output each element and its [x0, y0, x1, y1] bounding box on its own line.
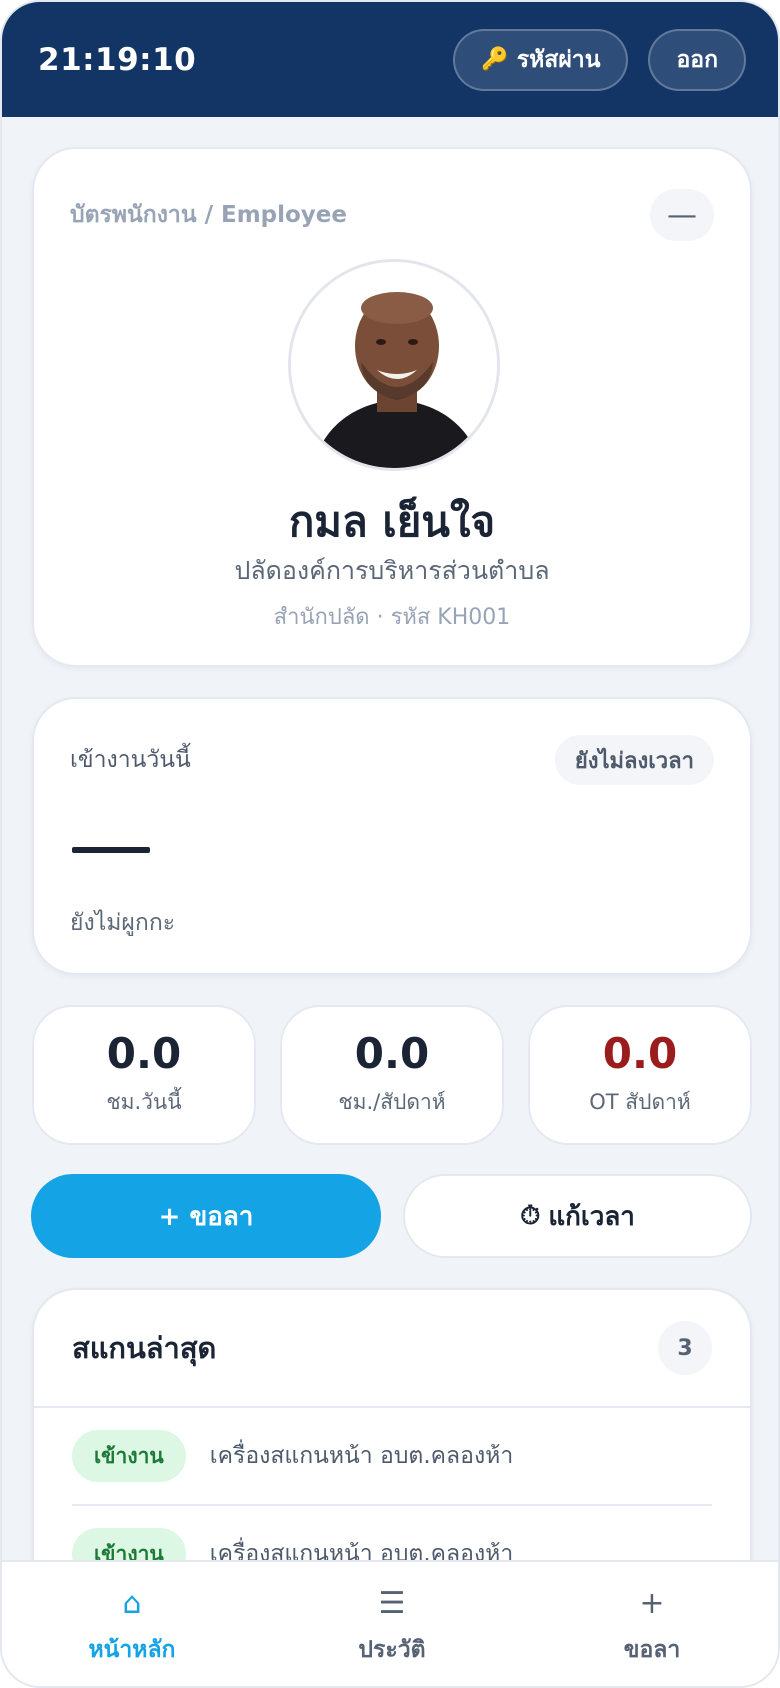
stopwatch-icon: ⏱ [520, 1200, 541, 1231]
stat-hours-week: 0.0 ชม./สัปดาห์ [280, 1005, 504, 1145]
recent-scans-header: สแกนล่าสุด 3 [34, 1290, 750, 1408]
scan-type-badge: เข้างาน [72, 1430, 186, 1482]
list-icon: ☰ [378, 1586, 406, 1621]
avatar [288, 259, 500, 471]
scan-device: เครื่องสแกนหน้า อบต.คลองห้า [209, 1443, 514, 1469]
recent-scans-title: สแกนล่าสุด [72, 1331, 217, 1365]
avatar-photo [291, 262, 497, 468]
attendance-header: เข้างานวันนี้ ยังไม่ลงเวลา [70, 735, 714, 785]
plus-icon: + [639, 1586, 665, 1621]
checkin-time-placeholder [72, 847, 150, 853]
bottom-nav: ⌂ หน้าหลัก ☰ ประวัติ + ขอลา [2, 1560, 778, 1686]
key-icon: 🔑 [481, 47, 509, 72]
fix-time-label: แก้เวลา [548, 1201, 635, 1232]
shift-note: ยังไม่ผูกกะ [70, 910, 176, 936]
stat-label: ชม.วันนี้ [106, 1090, 182, 1114]
stat-label: OT สัปดาห์ [589, 1090, 691, 1114]
nav-label: หน้าหลัก [88, 1637, 176, 1663]
home-icon: ⌂ [122, 1586, 142, 1621]
nav-leave[interactable]: + ขอลา [522, 1562, 778, 1686]
header-actions: 🔑 รหัสผ่าน ออก [453, 28, 746, 91]
list-item[interactable]: เข้างาน เครื่องสแกนหน้า อบต.คลองห้า [72, 1408, 712, 1506]
top-header: 21:19:10 🔑 รหัสผ่าน ออก [2, 2, 778, 117]
nav-label: ประวัติ [358, 1637, 426, 1663]
stat-value: 0.0 [602, 1029, 678, 1078]
nav-label: ขอลา [623, 1637, 681, 1663]
stat-label: ชม./สัปดาห์ [338, 1090, 446, 1114]
stat-value: 0.0 [106, 1029, 182, 1078]
employee-position: ปลัดองค์การบริหารส่วนตำบล [234, 556, 550, 585]
stat-ot-week: 0.0 OT สัปดาห์ [528, 1005, 752, 1145]
collapse-button[interactable]: — [650, 189, 714, 241]
fix-time-button[interactable]: ⏱ แก้เวลา [403, 1174, 752, 1258]
employee-card-header: บัตรพนักงาน / Employee — [70, 189, 714, 241]
employee-department-code: สำนักปลัด · รหัส KH001 [273, 605, 511, 630]
nav-history[interactable]: ☰ ประวัติ [262, 1562, 522, 1686]
attendance-card: เข้างานวันนี้ ยังไม่ลงเวลา ยังไม่ผูกกะ [32, 697, 752, 975]
request-leave-button[interactable]: + ขอลา [31, 1174, 381, 1258]
status-badge: ยังไม่ลงเวลา [554, 735, 714, 785]
employee-name: กมล เย็นใจ [288, 497, 496, 546]
app-screen: 21:19:10 🔑 รหัสผ่าน ออก บัตรพนักงาน / Em… [0, 0, 780, 1688]
stat-hours-today: 0.0 ชม.วันนี้ [32, 1005, 256, 1145]
attendance-title: เข้างานวันนี้ [70, 747, 191, 773]
count-badge: 3 [658, 1321, 712, 1375]
employee-card: บัตรพนักงาน / Employee — กมล เย็นใจ ปลัด… [32, 147, 752, 667]
nav-home[interactable]: ⌂ หน้าหลัก [2, 1562, 262, 1686]
logout-button[interactable]: ออก [648, 28, 746, 91]
clock: 21:19:10 [38, 41, 197, 78]
change-password-label: รหัสผ่าน [516, 46, 601, 73]
stat-value: 0.0 [354, 1029, 430, 1078]
change-password-button[interactable]: 🔑 รหัสผ่าน [453, 28, 629, 91]
employee-card-label: บัตรพนักงาน / Employee [70, 202, 347, 228]
